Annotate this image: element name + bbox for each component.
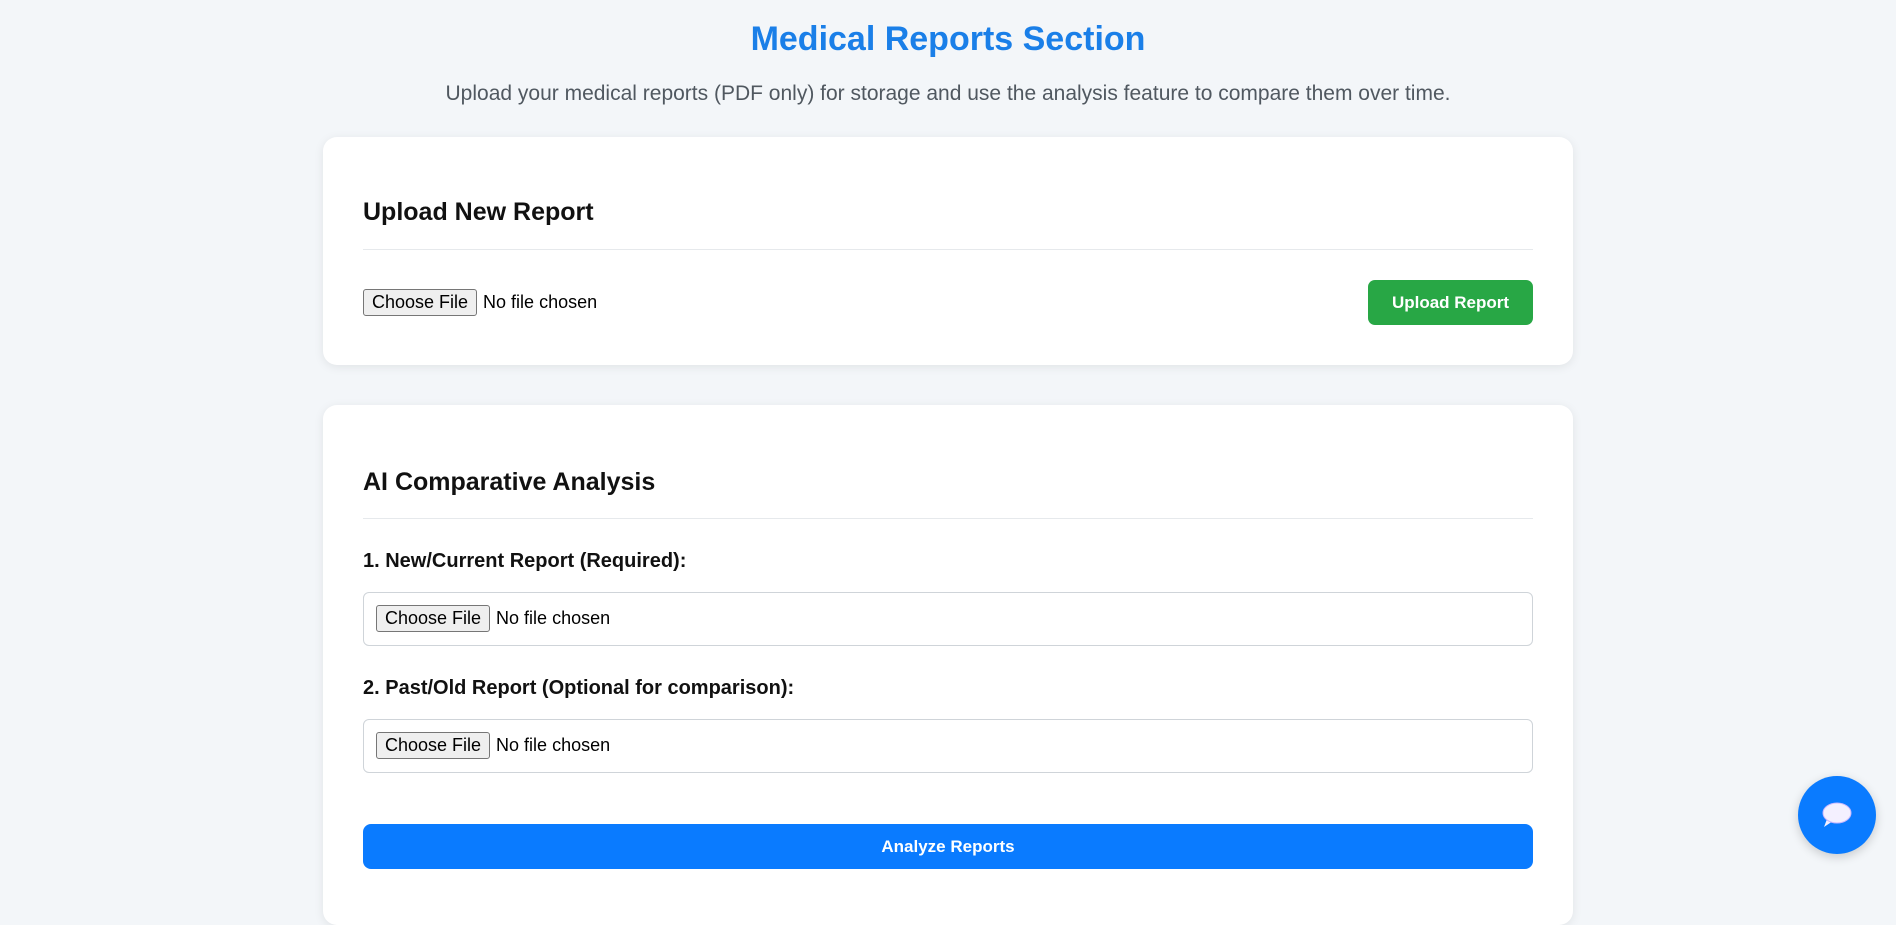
past-report-file-input[interactable]: Choose File No file chosen (376, 732, 610, 759)
upload-report-button[interactable]: Upload Report (1368, 280, 1533, 325)
new-report-file-status: No file chosen (496, 608, 611, 628)
upload-choose-file-button[interactable]: Choose File (363, 289, 478, 316)
upload-card-heading: Upload New Report (363, 198, 594, 226)
new-report-choose-file-button[interactable]: Choose File (376, 605, 491, 632)
past-report-file-status: No file chosen (496, 735, 611, 755)
chat-bubble-icon (1822, 802, 1852, 827)
past-report-choose-file-button[interactable]: Choose File (376, 732, 491, 759)
upload-file-status: No file chosen (483, 292, 598, 312)
past-report-file-box[interactable]: Choose File No file chosen (363, 719, 1533, 773)
page-subtitle: Upload your medical reports (PDF only) f… (445, 82, 1451, 105)
analysis-card-heading: AI Comparative Analysis (363, 468, 656, 496)
analysis-card: AI Comparative Analysis 1. New/Current R… (323, 405, 1573, 925)
page: Medical Reports Section Upload your medi… (0, 0, 1896, 925)
new-report-file-box[interactable]: Choose File No file chosen (363, 592, 1533, 646)
analyze-reports-button[interactable]: Analyze Reports (363, 824, 1533, 869)
analysis-card-divider (363, 518, 1533, 519)
chat-button[interactable] (1798, 776, 1876, 854)
new-report-label: 1. New/Current Report (Required): (363, 550, 687, 572)
new-report-file-input[interactable]: Choose File No file chosen (376, 605, 610, 632)
upload-card: Upload New Report Choose File No file ch… (323, 137, 1573, 365)
past-report-label: 2. Past/Old Report (Optional for compari… (363, 677, 795, 699)
upload-card-divider (363, 249, 1533, 250)
page-title: Medical Reports Section (750, 20, 1146, 58)
upload-file-input[interactable]: Choose File No file chosen (363, 289, 597, 316)
